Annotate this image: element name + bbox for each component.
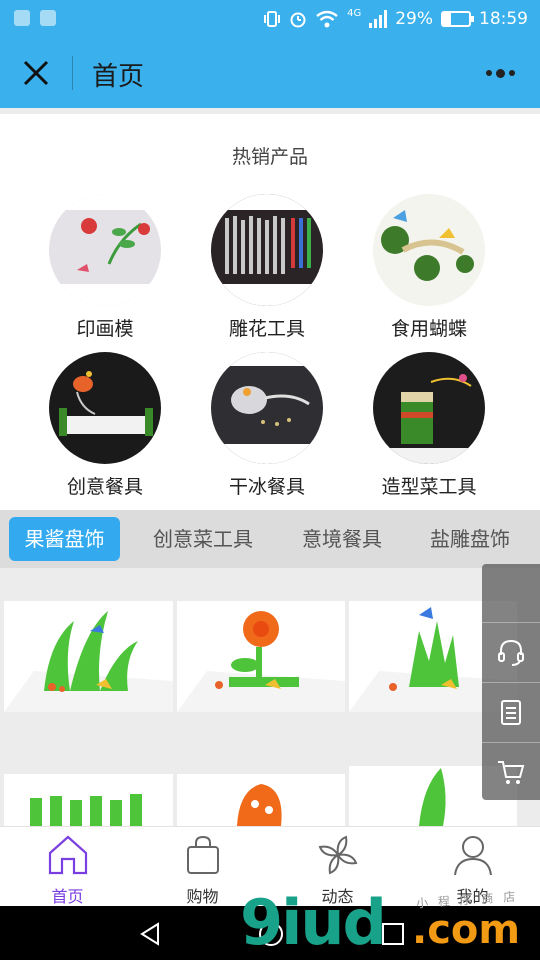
- cart-icon: [498, 760, 525, 784]
- section-title: 热销产品: [231, 146, 308, 168]
- product-carving-tools[interactable]: 雕花工具: [192, 194, 342, 341]
- stamp-mold-image: [49, 194, 161, 306]
- carving-tools-image: [211, 194, 323, 306]
- nav-bar: 首页: [0, 38, 540, 108]
- product-label: 创意餐具: [66, 476, 143, 498]
- close-button[interactable]: [16, 53, 56, 93]
- product-label: 造型菜工具: [381, 476, 477, 498]
- headset-icon: [498, 639, 524, 666]
- vibrate-icon: [264, 11, 281, 27]
- wifi-icon: [316, 10, 338, 28]
- tab-artistic-tableware[interactable]: 意境餐具: [288, 517, 396, 561]
- watermark-main: 9iud: [240, 886, 387, 959]
- signal-icon: [369, 10, 388, 28]
- cart-button[interactable]: [482, 742, 540, 800]
- alarm-icon: [290, 12, 306, 28]
- home-icon: [48, 835, 87, 875]
- product-dry-ice-tableware[interactable]: 干冰餐具: [192, 352, 342, 499]
- status-indicators: 4G 29% 18:59: [263, 0, 528, 38]
- more-icon: [486, 70, 492, 76]
- product-label: 干冰餐具: [228, 476, 305, 498]
- category-tabs: 果酱盘饰 创意菜工具 意境餐具 盐雕盘饰: [0, 510, 540, 568]
- customer-service-button[interactable]: [482, 622, 540, 680]
- watermark-logo: 9iud .com 小 程 序 商 店: [240, 885, 540, 960]
- grid-item[interactable]: [177, 601, 345, 712]
- shopping-bag-icon: [186, 835, 219, 874]
- product-shaped-dish-tool[interactable]: 造型菜工具: [354, 352, 504, 499]
- hot-products-section: 热销产品 印画模 雕花工具 食用蝴蝶 创意餐具 干冰餐具 造型菜工具: [0, 114, 540, 510]
- product-label: 食用蝴蝶: [390, 318, 467, 340]
- edible-butterfly-image: [373, 194, 485, 306]
- orders-button[interactable]: [482, 682, 540, 740]
- dry-ice-tableware-image: [211, 352, 323, 464]
- grid-item[interactable]: [177, 774, 345, 826]
- tab-salt-carving-decor[interactable]: 盐雕盘饰: [416, 517, 524, 561]
- more-button[interactable]: [486, 62, 522, 84]
- status-bar: 4G 29% 18:59: [0, 0, 540, 38]
- app-notification-icon: [14, 10, 30, 26]
- user-icon: [453, 836, 492, 876]
- creative-tableware-image: [49, 352, 161, 464]
- grid-item[interactable]: [4, 601, 173, 712]
- network-type: 4G: [347, 7, 362, 19]
- back-icon[interactable]: [136, 920, 164, 948]
- nav-divider: [72, 56, 73, 90]
- battery-icon: [441, 11, 474, 27]
- product-stamp-mold[interactable]: 印画模: [30, 194, 180, 341]
- gallery-notification-icon: [40, 10, 56, 26]
- battery-level: [443, 13, 451, 25]
- close-icon: [23, 60, 49, 86]
- tab-jam-plate-decor[interactable]: 果酱盘饰: [9, 517, 120, 561]
- tab-creative-dish-tools[interactable]: 创意菜工具: [140, 517, 266, 561]
- bottom-tab-home[interactable]: 首页: [0, 827, 135, 907]
- product-edible-butterfly[interactable]: 食用蝴蝶: [354, 194, 504, 341]
- shaped-dish-tool-image: [373, 352, 485, 464]
- pinwheel-icon: [318, 835, 357, 875]
- product-creative-tableware[interactable]: 创意餐具: [30, 352, 180, 499]
- product-label: 印画模: [76, 318, 134, 340]
- clipboard-icon: [501, 699, 521, 725]
- bottom-tab-label: 首页: [51, 887, 84, 906]
- floating-side-menu: [482, 564, 540, 800]
- product-label: 雕花工具: [228, 318, 305, 340]
- page-title: 首页: [92, 62, 145, 92]
- status-notifications: [14, 10, 56, 26]
- product-grid: [0, 568, 540, 826]
- grid-item[interactable]: [4, 774, 173, 826]
- battery-percent: 29%: [395, 9, 433, 29]
- watermark-suffix: .com: [412, 907, 521, 953]
- clock: 18:59: [479, 9, 528, 29]
